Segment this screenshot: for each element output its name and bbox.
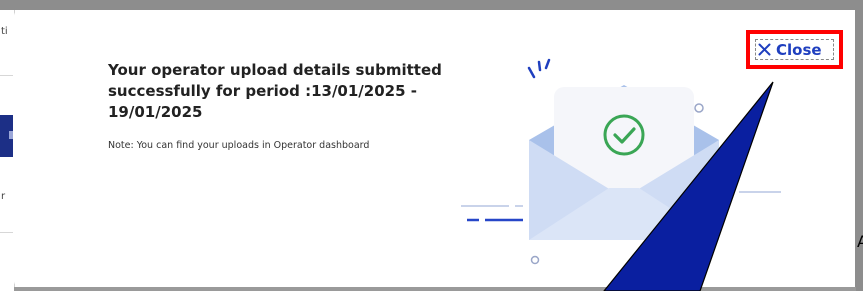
overlay-frame-bottom	[14, 287, 856, 291]
overlay-frame-top	[0, 0, 863, 10]
background-divider	[0, 75, 13, 76]
uploads-note: Note: You can find your uploads in Opera…	[108, 140, 370, 151]
background-divider	[0, 232, 13, 233]
success-message: Your operator upload details submitted s…	[108, 61, 442, 121]
close-button[interactable]: Close	[755, 39, 834, 60]
close-button-label: Close	[776, 40, 822, 59]
background-text-fragment: ti	[1, 26, 8, 37]
annotation-text-fragment: A	[857, 232, 863, 251]
background-text-fragment: r	[1, 191, 6, 202]
envelope-check-icon	[439, 30, 789, 280]
success-modal: Your operator upload details submitted s…	[14, 10, 855, 287]
background-nav-button	[0, 115, 13, 157]
background-app: ti r	[0, 0, 15, 291]
close-icon	[758, 43, 771, 56]
screen: ti r Your operator upload details submit…	[0, 0, 863, 291]
close-button-highlight: Close	[746, 30, 843, 69]
